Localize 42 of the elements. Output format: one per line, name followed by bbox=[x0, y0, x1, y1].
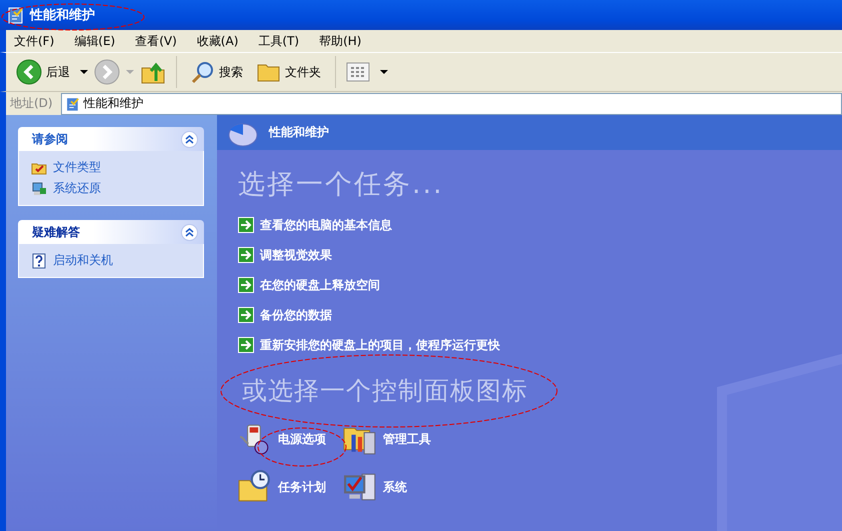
icon-heading: 或选择一个控制面板图标 bbox=[242, 376, 528, 406]
sidebar-link[interactable]: 系统还原 bbox=[53, 180, 101, 197]
search-icon bbox=[191, 60, 215, 84]
folder-clock-icon bbox=[238, 470, 272, 504]
control-panel-icon bbox=[6, 6, 24, 24]
dropdown-caret-icon[interactable] bbox=[380, 70, 388, 74]
collapse-chevron-icon[interactable] bbox=[181, 130, 198, 148]
task-link[interactable]: 在您的硬盘上释放空间 bbox=[260, 276, 380, 294]
menu-item[interactable]: 查看(V) bbox=[127, 32, 185, 50]
back-button[interactable]: 后退 bbox=[12, 57, 74, 87]
task-link[interactable]: 重新安排您的硬盘上的项目，使程序运行更快 bbox=[260, 336, 500, 354]
sidebar-link[interactable]: 启动和关机 bbox=[53, 252, 113, 269]
task-heading: 选择一个任务... bbox=[238, 168, 445, 202]
address-label: 地址(D) bbox=[9, 95, 54, 112]
sidebar-link[interactable]: 文件类型 bbox=[53, 159, 101, 176]
folders-button[interactable]: 文件夹 bbox=[253, 58, 325, 86]
menu-item[interactable]: 收藏(A) bbox=[188, 32, 246, 50]
task-link[interactable]: 备份您的数据 bbox=[260, 306, 332, 324]
panel-title: 请参阅 bbox=[32, 130, 68, 148]
control-panel-link[interactable]: 任务计划 bbox=[278, 478, 326, 496]
control-panel-link[interactable]: 系统 bbox=[383, 478, 407, 496]
arrow-icon bbox=[238, 217, 254, 233]
dropdown-caret-icon[interactable] bbox=[80, 70, 88, 74]
task-link[interactable]: 调整视觉效果 bbox=[260, 246, 332, 264]
help-icon bbox=[31, 252, 47, 268]
arrow-icon bbox=[238, 337, 254, 353]
address-field[interactable]: 性能和维护 bbox=[60, 92, 842, 114]
arrow-icon bbox=[238, 277, 254, 293]
arrow-icon bbox=[238, 307, 254, 323]
section-title: 性能和维护 bbox=[269, 124, 329, 141]
task-link[interactable]: 查看您的电脑的基本信息 bbox=[260, 216, 392, 234]
search-button[interactable]: 搜索 bbox=[187, 58, 247, 86]
control-panel-link[interactable]: 管理工具 bbox=[383, 430, 431, 448]
window-title: 性能和维护 bbox=[30, 6, 95, 24]
collapse-chevron-icon[interactable] bbox=[181, 224, 198, 240]
computer-restore-icon bbox=[31, 180, 47, 196]
menu-item[interactable]: 帮助(H) bbox=[311, 32, 370, 50]
menu-item[interactable]: 工具(T) bbox=[250, 32, 308, 50]
panel-title: 疑难解答 bbox=[32, 224, 80, 240]
menu-item[interactable]: 编辑(E) bbox=[66, 32, 124, 50]
menu-item[interactable]: 文件(F) bbox=[6, 32, 62, 50]
arrow-icon bbox=[238, 247, 254, 263]
